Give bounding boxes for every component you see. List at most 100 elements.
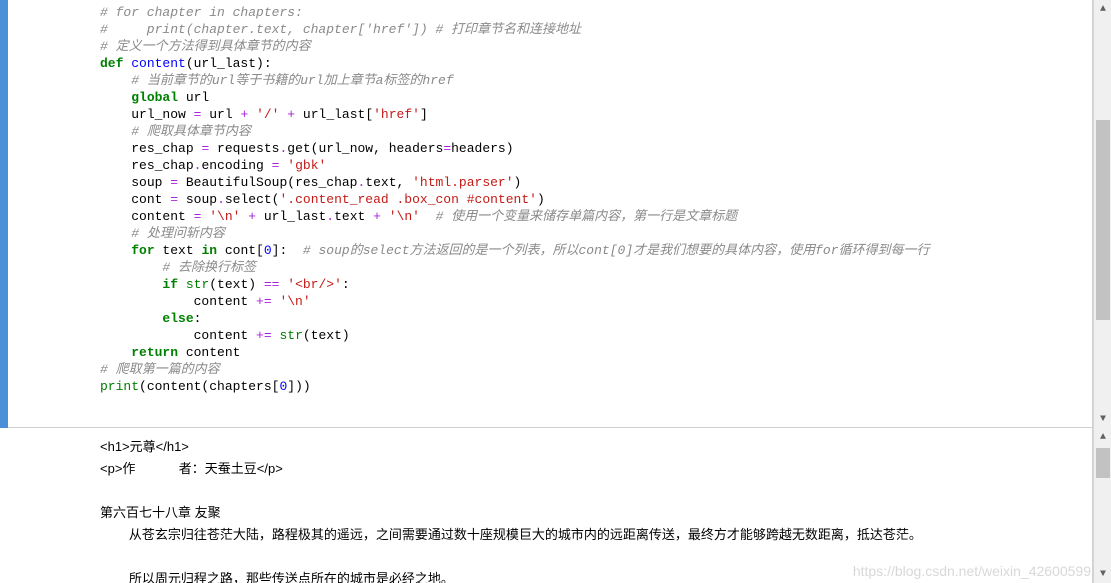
output-line: <p>作 者：天蚕土豆</p> bbox=[100, 458, 1092, 480]
code-token: 0 bbox=[264, 243, 272, 258]
code-token: BeautifulSoup(res_chap bbox=[178, 175, 357, 190]
code-line: global url bbox=[100, 89, 1092, 106]
code-line: content = '\n' + url_last.text + '\n' # … bbox=[100, 208, 1092, 225]
scroll-down-icon[interactable]: ▼ bbox=[1094, 410, 1111, 428]
code-line: # 爬取第一篇的内容 bbox=[100, 361, 1092, 378]
output-panel[interactable]: <h1>元尊</h1><p>作 者：天蚕土豆</p> 第六百七十八章 友聚 从苍… bbox=[8, 428, 1093, 583]
code-line: cont = soup.select('.content_read .box_c… bbox=[100, 191, 1092, 208]
code-token: (url_last): bbox=[186, 56, 272, 71]
code-token: ]: bbox=[272, 243, 303, 258]
code-line: print(content(chapters[0])) bbox=[100, 378, 1092, 395]
code-token: (content(chapters[ bbox=[139, 379, 279, 394]
code-token: # 爬取第一篇的内容 bbox=[100, 362, 220, 377]
code-token: 'href' bbox=[373, 107, 420, 122]
code-token: for bbox=[131, 243, 154, 258]
code-token: str bbox=[279, 328, 302, 343]
gutter-highlight bbox=[0, 0, 8, 428]
code-line: # for chapter in chapters: bbox=[100, 4, 1092, 21]
code-token: cont bbox=[131, 192, 170, 207]
code-token: 'html.parser' bbox=[412, 175, 513, 190]
code-token: encoding bbox=[201, 158, 271, 173]
code-line: for text in cont[0]: # soup的select方法返回的是… bbox=[100, 242, 1092, 259]
code-token: (text) bbox=[303, 328, 350, 343]
code-token: # 使用一个变量来储存单篇内容，第一行是文章标题 bbox=[436, 209, 738, 224]
code-line: url_now = url + '/' + url_last['href'] bbox=[100, 106, 1092, 123]
code-editor[interactable]: # for chapter in chapters: # print(chapte… bbox=[8, 0, 1093, 428]
code-line: if str(text) == '<br/>': bbox=[100, 276, 1092, 293]
scroll-up-icon[interactable]: ▲ bbox=[1094, 428, 1111, 446]
code-token: in bbox=[201, 243, 217, 258]
code-token: content bbox=[194, 294, 256, 309]
code-token: headers) bbox=[451, 141, 513, 156]
code-token: : bbox=[194, 311, 202, 326]
output-line: 第六百七十八章 友聚 bbox=[100, 502, 1092, 524]
scroll-down-icon[interactable]: ▼ bbox=[1094, 565, 1111, 583]
code-token: return bbox=[131, 345, 178, 360]
code-line: def content(url_last): bbox=[100, 55, 1092, 72]
scroll-thumb[interactable] bbox=[1096, 448, 1110, 478]
code-token: get(url_now, headers bbox=[287, 141, 443, 156]
code-token: '.content_read .box_con #content' bbox=[279, 192, 536, 207]
code-token: url bbox=[178, 90, 209, 105]
scroll-thumb[interactable] bbox=[1096, 120, 1110, 320]
output-line: 从苍玄宗归往苍茫大陆，路程极其的遥远，之间需要通过数十座规模巨大的城市内的远距离… bbox=[100, 524, 1092, 546]
code-token: 'gbk' bbox=[279, 158, 326, 173]
code-token: text bbox=[334, 209, 373, 224]
code-token: url_last bbox=[256, 209, 326, 224]
code-token: ) bbox=[514, 175, 522, 190]
code-token: (text) bbox=[209, 277, 264, 292]
output-line: 所以周元归程之路，那些传送点所在的城市是必经之地。 bbox=[100, 568, 1092, 583]
output-line: <h1>元尊</h1> bbox=[100, 436, 1092, 458]
code-line: # 定义一个方法得到具体章节的内容 bbox=[100, 38, 1092, 55]
code-token: . bbox=[217, 192, 225, 207]
code-token: if bbox=[162, 277, 178, 292]
code-token: += bbox=[256, 294, 272, 309]
code-token: ] bbox=[420, 107, 428, 122]
code-token: url_last[ bbox=[295, 107, 373, 122]
code-token: str bbox=[186, 277, 209, 292]
code-line: # print(chapter.text, chapter['href']) #… bbox=[100, 21, 1092, 38]
code-token: # for chapter in chapters: bbox=[100, 5, 303, 20]
code-token: soup bbox=[178, 192, 217, 207]
code-token: ) bbox=[537, 192, 545, 207]
code-token: ])) bbox=[287, 379, 310, 394]
code-token: requests bbox=[209, 141, 279, 156]
code-token: '\n' bbox=[272, 294, 311, 309]
code-token: = bbox=[170, 192, 178, 207]
code-line: # 去除换行标签 bbox=[100, 259, 1092, 276]
code-line: content += '\n' bbox=[100, 293, 1092, 310]
code-token: = bbox=[443, 141, 451, 156]
code-line: return content bbox=[100, 344, 1092, 361]
code-token: res_chap bbox=[131, 141, 201, 156]
output-scrollbar[interactable]: ▲ ▼ bbox=[1093, 428, 1111, 583]
code-token: content bbox=[194, 328, 256, 343]
code-token: + bbox=[248, 209, 256, 224]
output-line bbox=[100, 546, 1092, 568]
code-token: text, bbox=[365, 175, 412, 190]
code-token: content bbox=[131, 209, 193, 224]
code-line: res_chap.encoding = 'gbk' bbox=[100, 157, 1092, 174]
scroll-up-icon[interactable]: ▲ bbox=[1094, 0, 1111, 18]
code-token: res_chap bbox=[131, 158, 193, 173]
code-token: + bbox=[287, 107, 295, 122]
code-scrollbar[interactable]: ▲ ▼ bbox=[1093, 0, 1111, 428]
code-token bbox=[420, 209, 436, 224]
code-token: = bbox=[170, 175, 178, 190]
code-line: soup = BeautifulSoup(res_chap.text, 'htm… bbox=[100, 174, 1092, 191]
code-token: '/' bbox=[248, 107, 287, 122]
code-token: else bbox=[162, 311, 193, 326]
code-line: # 爬取具体章节内容 bbox=[100, 123, 1092, 140]
code-token: # 去除换行标签 bbox=[162, 260, 256, 275]
code-token: : bbox=[342, 277, 350, 292]
output-line bbox=[100, 480, 1092, 502]
code-token bbox=[178, 277, 186, 292]
code-token: url_now bbox=[131, 107, 193, 122]
code-token: # print(chapter.text, chapter['href']) #… bbox=[100, 22, 581, 37]
code-line: # 处理问斩内容 bbox=[100, 225, 1092, 242]
code-token: # soup的select方法返回的是一个列表，所以cont[0]才是我们想要的… bbox=[303, 243, 930, 258]
code-token: select( bbox=[225, 192, 280, 207]
code-token: # 处理问斩内容 bbox=[131, 226, 225, 241]
code-token: soup bbox=[131, 175, 170, 190]
code-token: def bbox=[100, 56, 123, 71]
code-token: '\n' bbox=[201, 209, 248, 224]
